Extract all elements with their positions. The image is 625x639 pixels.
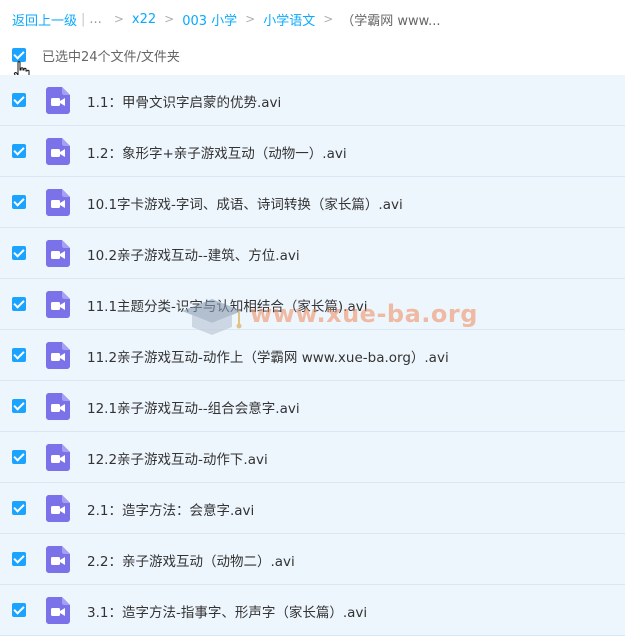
selection-count-label: 已选中24个文件/文件夹 <box>42 49 180 65</box>
file-list: 1.1：甲骨文识字启蒙的优势.avi 1.2：象形字+亲子游戏互动（动物一）.av… <box>0 75 625 636</box>
file-row[interactable]: 10.2亲子游戏互动--建筑、方位.avi <box>0 228 625 279</box>
file-name[interactable]: 10.1字卡游戏-字词、成语、诗词转换（家长篇）.avi <box>87 193 403 213</box>
file-row[interactable]: 12.1亲子游戏互动--组合会意字.avi <box>0 381 625 432</box>
file-row[interactable]: 10.1字卡游戏-字词、成语、诗词转换（家长篇）.avi <box>0 177 625 228</box>
breadcrumb-item-chinese[interactable]: 小学语文 <box>263 10 315 29</box>
video-file-icon <box>46 444 70 471</box>
file-checkbox[interactable] <box>12 552 26 566</box>
file-row[interactable]: 11.2亲子游戏互动-动作上（学霸网 www.xue-ba.org）.avi <box>0 330 625 381</box>
file-name[interactable]: 2.1：造字方法：会意字.avi <box>87 499 254 519</box>
file-name[interactable]: 1.1：甲骨文识字启蒙的优势.avi <box>87 91 281 111</box>
file-row[interactable]: 11.1主题分类-识字与认知相结合（家长篇).avi <box>0 279 625 330</box>
video-file-icon <box>46 138 70 165</box>
file-row[interactable]: 1.2：象形字+亲子游戏互动（动物一）.avi <box>0 126 625 177</box>
file-name[interactable]: 1.2：象形字+亲子游戏互动（动物一）.avi <box>87 142 347 162</box>
video-file-icon <box>46 393 70 420</box>
video-file-icon <box>46 597 70 624</box>
file-name[interactable]: 10.2亲子游戏互动--建筑、方位.avi <box>87 244 300 264</box>
video-file-icon <box>46 342 70 369</box>
file-checkbox[interactable] <box>12 144 26 158</box>
file-name[interactable]: 12.1亲子游戏互动--组合会意字.avi <box>87 397 300 417</box>
chevron-right-icon: > <box>164 12 175 26</box>
file-name[interactable]: 12.2亲子游戏互动-动作下.avi <box>87 448 268 468</box>
file-name[interactable]: 11.1主题分类-识字与认知相结合（家长篇).avi <box>87 295 368 315</box>
file-name[interactable]: 2.2：亲子游戏互动（动物二）.avi <box>87 550 295 570</box>
file-row[interactable]: 1.1：甲骨文识字启蒙的优势.avi <box>0 75 625 126</box>
video-file-icon <box>46 189 70 216</box>
breadcrumb-current: （学霸网 www... <box>341 13 441 29</box>
breadcrumb: 返回上一级 | ... > x22 > 003 小学 > 小学语文 > （学霸网… <box>12 9 441 29</box>
back-link[interactable]: 返回上一级 <box>12 10 77 29</box>
breadcrumb-item-003[interactable]: 003 小学 <box>182 10 237 29</box>
video-file-icon <box>46 546 70 573</box>
video-file-icon <box>46 291 70 318</box>
file-row[interactable]: 2.1：造字方法：会意字.avi <box>0 483 625 534</box>
video-file-icon <box>46 87 70 114</box>
chevron-right-icon: > <box>323 12 334 26</box>
file-checkbox[interactable] <box>12 195 26 209</box>
file-checkbox[interactable] <box>12 93 26 107</box>
file-checkbox[interactable] <box>12 603 26 617</box>
video-file-icon <box>46 240 70 267</box>
breadcrumb-ellipsis[interactable]: ... <box>89 12 101 27</box>
file-checkbox[interactable] <box>12 450 26 464</box>
file-name[interactable]: 11.2亲子游戏互动-动作上（学霸网 www.xue-ba.org）.avi <box>87 346 449 366</box>
file-checkbox[interactable] <box>12 297 26 311</box>
breadcrumb-item-x22[interactable]: x22 <box>132 12 156 27</box>
breadcrumb-divider: | <box>81 11 86 27</box>
file-checkbox[interactable] <box>12 399 26 413</box>
file-checkbox[interactable] <box>12 246 26 260</box>
file-checkbox[interactable] <box>12 501 26 515</box>
file-row[interactable]: 3.1：造字方法-指事字、形声字（家长篇）.avi <box>0 585 625 636</box>
file-row[interactable]: 2.2：亲子游戏互动（动物二）.avi <box>0 534 625 585</box>
file-name[interactable]: 3.1：造字方法-指事字、形声字（家长篇）.avi <box>87 601 367 621</box>
chevron-right-icon: > <box>113 12 124 26</box>
file-row[interactable]: 12.2亲子游戏互动-动作下.avi <box>0 432 625 483</box>
select-all-bar: 已选中24个文件/文件夹 <box>12 44 180 66</box>
video-file-icon <box>46 495 70 522</box>
file-checkbox[interactable] <box>12 348 26 362</box>
chevron-right-icon: > <box>245 12 256 26</box>
